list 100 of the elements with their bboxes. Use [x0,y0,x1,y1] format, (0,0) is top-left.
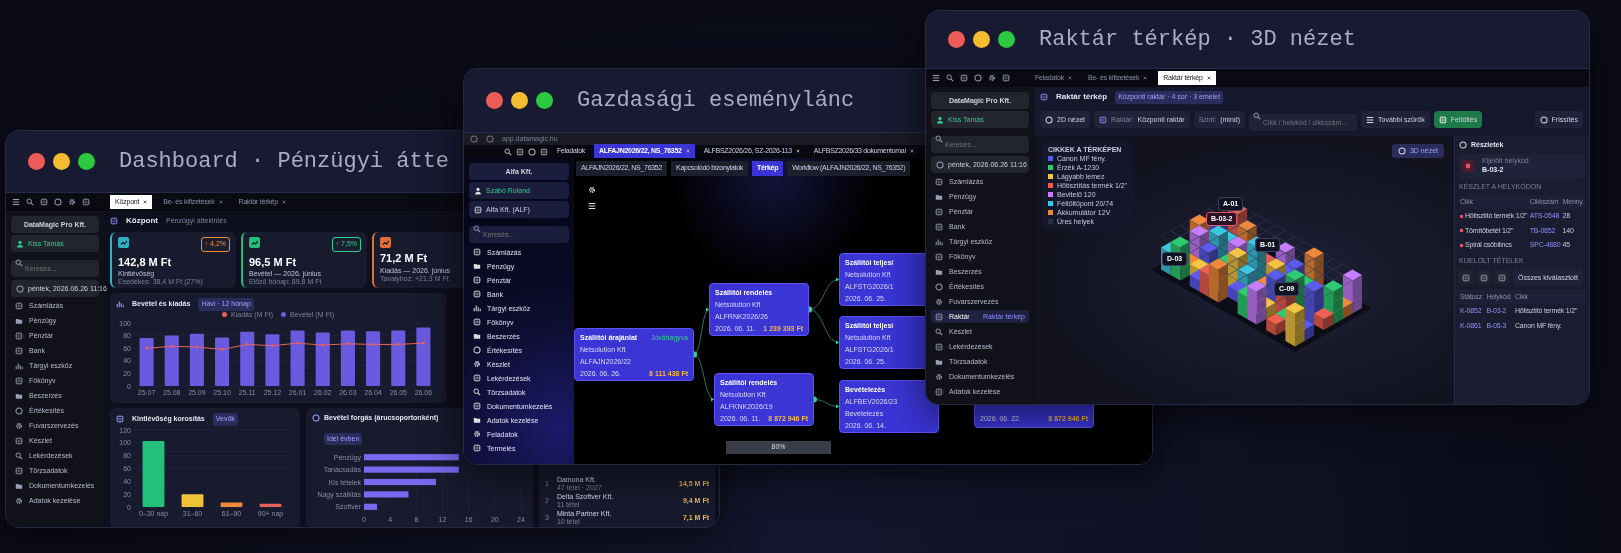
kpi-value: 96,5 M Ft [249,254,297,270]
menu-item-icon [15,361,23,370]
window-title: Dashboard · Pénzügyi átte [119,148,450,176]
bar [265,333,280,386]
kpi-value: 142,8 M Ft [118,254,172,270]
search-icon[interactable] [504,147,512,156]
window-title: Gazdasági eseménylánc [577,87,855,115]
bar [259,503,282,507]
minimize-button[interactable] [511,92,528,109]
search-icon [935,134,943,143]
document-icon[interactable] [960,74,968,82]
menu-item-icon [935,387,943,396]
close-icon[interactable] [218,200,223,204]
bar [215,337,230,386]
menu-item-icon [15,436,23,445]
maximize-button[interactable] [536,92,553,109]
close-button[interactable] [486,92,503,109]
status-icon [1460,214,1463,218]
menu-item-icon [935,177,943,186]
menu-item-icon [473,402,481,410]
menu-item-icon [473,318,481,326]
page-title: Raktár térkép [1056,91,1108,104]
bar [391,330,406,386]
window-title: Raktár térkép · 3D nézet [1039,26,1356,54]
data-point [346,341,350,345]
page-title: Központ [126,215,158,227]
close-button[interactable] [28,153,45,170]
bar [315,331,330,386]
close-icon[interactable] [143,200,148,204]
menu-item-icon [15,331,23,340]
data-point [245,342,249,346]
menu-item-icon [473,290,481,298]
menu-icon[interactable] [932,74,940,82]
user-icon [474,186,482,195]
menu-item-icon [935,237,943,246]
data-point [195,345,199,348]
menu-item-icon [935,252,943,261]
settings-icon[interactable] [988,74,996,82]
menu-item-icon [15,346,23,355]
data-point [321,343,325,346]
user-icon [16,239,24,248]
menu-item-icon [15,301,23,310]
minimize-button[interactable] [53,153,70,170]
close-icon[interactable] [282,200,286,204]
bar [340,330,355,386]
menu-item-icon [935,207,943,216]
close-button[interactable] [948,31,965,48]
maximize-button[interactable] [78,153,95,170]
search-icon [15,258,23,267]
menu-item-icon [935,312,943,321]
download-button[interactable] [1459,270,1473,284]
search-icon[interactable] [26,198,34,206]
data-point [422,341,425,345]
bar [290,330,305,386]
close-icon[interactable] [1067,76,1072,80]
bar [364,478,436,485]
minimize-button[interactable] [973,31,990,48]
settings-icon[interactable] [68,198,76,206]
data-point [371,342,375,346]
status-icon [1460,229,1463,233]
menu-icon[interactable] [12,198,20,206]
search-icon[interactable] [946,74,954,82]
menu-item-icon [935,192,943,201]
menu-item-icon [15,451,23,460]
bar [364,503,378,510]
data-point [396,342,400,346]
kpi-value: 71,2 M Ft [380,251,428,266]
bar [189,333,204,386]
close-icon[interactable] [1143,76,1148,80]
bar [366,330,381,386]
upload-button[interactable] [1477,270,1491,284]
bar [164,335,179,386]
menu-item-icon [935,327,943,336]
menu-item-icon [473,304,481,312]
screen-icon[interactable] [540,147,548,156]
bar [139,337,154,386]
search-icon [473,224,481,233]
menu-item-icon [473,444,481,452]
list-icon[interactable] [588,202,596,210]
menu-item-icon [15,316,23,325]
menu-item-icon [473,262,481,270]
maximize-button[interactable] [998,31,1015,48]
delete-button[interactable] [1495,270,1509,284]
bar [220,502,243,507]
status-icon [1460,243,1463,247]
menu-item-icon [935,342,943,351]
data-point [296,341,299,345]
data-point [145,346,148,350]
close-icon[interactable] [1206,76,1211,80]
data-point [271,343,274,347]
search-icon [1253,112,1262,120]
menu-item-icon [473,388,481,396]
document-icon[interactable] [40,198,48,206]
user-icon [936,115,944,124]
data-point [220,347,224,351]
bar [240,331,255,386]
location-icon [1462,160,1474,173]
menu-item-icon [935,222,943,231]
data-point [170,344,174,348]
menu-item-icon [15,376,23,385]
